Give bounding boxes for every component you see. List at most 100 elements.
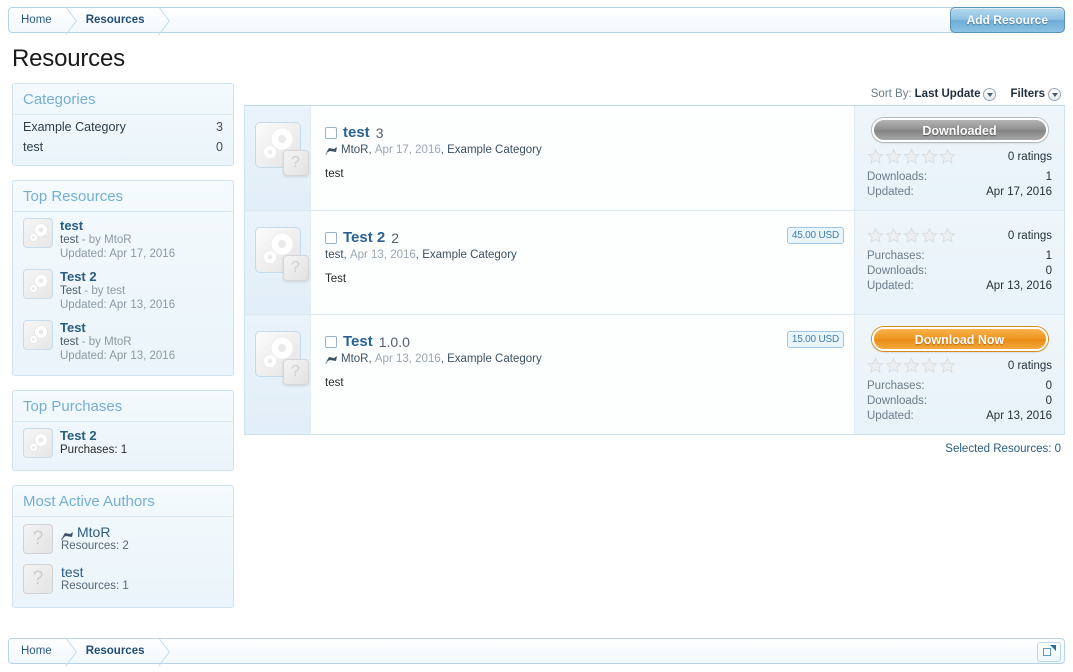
avatar: ? xyxy=(23,564,53,594)
ratings-count: 0 ratings xyxy=(1007,150,1052,163)
gear-thumbnail-icon[interactable]: ? xyxy=(254,331,309,385)
breadcrumb-resources-link[interactable]: Resources xyxy=(74,8,153,32)
resource-updated: Updated: Apr 13, 2016 xyxy=(60,350,176,362)
resource-stats-cell: Downloaded 0 ratings Downloads: 1 Update… xyxy=(854,106,1064,210)
resource-author[interactable]: MtoR xyxy=(341,353,368,365)
breadcrumb-home-link-footer[interactable]: Home xyxy=(9,639,60,663)
stat-key: Downloads: xyxy=(867,171,928,183)
gear-thumbnail-icon[interactable]: ? xyxy=(254,227,309,281)
gear-thumbnail-icon[interactable]: ? xyxy=(254,122,309,176)
category-row[interactable]: test 0 xyxy=(23,137,223,157)
stat-value: Apr 17, 2016 xyxy=(986,186,1052,198)
top-purchases-heading: Top Purchases xyxy=(13,391,233,422)
chevron-down-icon[interactable] xyxy=(983,87,997,101)
resource-select-checkbox[interactable] xyxy=(325,231,337,244)
resource-date: Apr 13, 2016 xyxy=(349,249,416,261)
star-icon xyxy=(885,357,902,373)
downloaded-button[interactable]: Downloaded xyxy=(871,118,1048,142)
resource-title[interactable]: test xyxy=(343,124,370,141)
stat-row: Updated: Apr 17, 2016 xyxy=(867,185,1052,200)
resource-thumbnail-cell: ? xyxy=(245,211,311,314)
resource-author: - by MtoR xyxy=(81,336,132,348)
list-item[interactable]: Test test - by MtoR Updated: Apr 13, 201… xyxy=(23,316,223,367)
resource-category[interactable]: Example Category xyxy=(447,144,542,156)
star-rating[interactable] xyxy=(867,148,956,165)
external-link-button-footer[interactable] xyxy=(1037,642,1061,662)
list-item[interactable]: ? MtoR Resources: 2 xyxy=(23,519,223,559)
resource-author[interactable]: test xyxy=(325,249,344,261)
resource-select-checkbox[interactable] xyxy=(325,335,337,348)
resource-version: 1.0.0 xyxy=(378,333,410,350)
list-item-meta: test test - by MtoR Updated: Apr 17, 201… xyxy=(60,218,175,261)
resource-category[interactable]: Example Category xyxy=(422,249,517,261)
list-item[interactable]: Test 2 Test - by test Updated: Apr 13, 2… xyxy=(23,265,223,316)
list-item[interactable]: ? test Resources: 1 xyxy=(23,559,223,599)
star-icon xyxy=(939,357,956,373)
star-rating[interactable] xyxy=(867,227,956,244)
stat-key: Updated: xyxy=(867,186,914,198)
stat-value: 0 xyxy=(1045,380,1052,392)
filters-control[interactable]: Filters xyxy=(1010,87,1061,101)
category-row[interactable]: Example Category 3 xyxy=(23,117,223,137)
author-name-row[interactable]: test xyxy=(61,564,129,580)
star-icon xyxy=(903,227,920,243)
add-resource-button[interactable]: Add Resource xyxy=(949,7,1065,33)
author-name: test xyxy=(61,564,84,580)
most-active-authors-heading: Most Active Authors xyxy=(13,486,233,517)
top-resources-heading: Top Resources xyxy=(13,181,233,212)
category-label: test xyxy=(23,140,44,154)
stat-row: Purchases: 1 xyxy=(867,249,1052,264)
list-item-meta: Test test - by MtoR Updated: Apr 13, 201… xyxy=(60,320,175,363)
resource-author[interactable]: MtoR xyxy=(341,144,368,156)
list-item[interactable]: test test - by MtoR Updated: Apr 17, 201… xyxy=(23,214,223,265)
price-badge: 15.00 USD xyxy=(786,331,844,348)
resource-subtitle: test - by MtoR xyxy=(60,233,175,247)
table-row: ? Test 1.0.0 MtoR , Apr 13, 2016 , Examp… xyxy=(245,315,1064,434)
avatar: ? xyxy=(23,524,53,554)
list-item[interactable]: Test 2 Purchases: 1 xyxy=(23,424,223,462)
stat-row: Downloads: 1 xyxy=(867,170,1052,185)
star-icon xyxy=(921,227,938,243)
resource-title[interactable]: Test 2 xyxy=(343,229,385,246)
resource-select-checkbox[interactable] xyxy=(325,126,337,139)
breadcrumb-separator-icon xyxy=(153,8,167,32)
resource-title[interactable]: test xyxy=(60,219,175,233)
breadcrumb-home-link[interactable]: Home xyxy=(9,8,60,32)
gear-thumbnail-icon xyxy=(23,428,53,458)
main-layout: Categories Example Category 3 test 0 Top… xyxy=(0,83,1073,622)
resource-title-line: Test 1.0.0 xyxy=(325,333,844,350)
category-count: 3 xyxy=(216,120,223,134)
resource-title[interactable]: Test xyxy=(60,321,175,335)
author-name-row[interactable]: MtoR xyxy=(61,524,129,540)
resource-subtitle: test - by MtoR xyxy=(60,335,175,349)
purchase-title[interactable]: Test 2 xyxy=(60,429,127,443)
purchase-count: Purchases: 1 xyxy=(60,444,128,456)
selected-resources-count: Selected Resources: 0 xyxy=(945,443,1061,455)
resource-desc: test xyxy=(60,336,79,348)
breadcrumb-filler xyxy=(167,639,1038,663)
sort-by-control[interactable]: Sort By: Last Update xyxy=(871,87,997,101)
resource-stats-cell: 0 ratings Purchases: 1 Downloads: 0 Upda… xyxy=(854,211,1064,314)
most-active-authors-list: ? MtoR Resources: 2 ? test Resources: 1 xyxy=(13,517,233,607)
resource-desc: Test xyxy=(60,285,82,297)
star-rating[interactable] xyxy=(867,357,956,374)
most-active-authors-block: Most Active Authors ? MtoR Resources: 2 … xyxy=(12,485,234,608)
resource-main-cell: Test 2 2 test , Apr 13, 2016 , Example C… xyxy=(311,211,854,314)
stat-key: Downloads: xyxy=(867,265,928,277)
flag-icon xyxy=(61,528,74,540)
resource-title[interactable]: Test 2 xyxy=(60,270,175,284)
download-now-button[interactable]: Download Now xyxy=(871,327,1048,351)
resource-category[interactable]: Example Category xyxy=(447,353,542,365)
stat-row: Updated: Apr 13, 2016 xyxy=(867,279,1052,294)
star-icon xyxy=(903,357,920,373)
flag-icon xyxy=(325,146,338,156)
ratings-count: 0 ratings xyxy=(1007,229,1052,242)
list-item-meta: Test 2 Purchases: 1 xyxy=(60,428,127,458)
resource-title[interactable]: Test xyxy=(343,333,373,350)
breadcrumb-filler xyxy=(167,8,954,32)
author-meta: MtoR Resources: 2 xyxy=(61,524,129,552)
breadcrumb-resources-link-footer[interactable]: Resources xyxy=(74,639,153,663)
top-purchases-list: Test 2 Purchases: 1 xyxy=(13,422,233,470)
chevron-down-icon[interactable] xyxy=(1048,87,1061,101)
breadcrumb-separator-icon xyxy=(60,8,74,32)
